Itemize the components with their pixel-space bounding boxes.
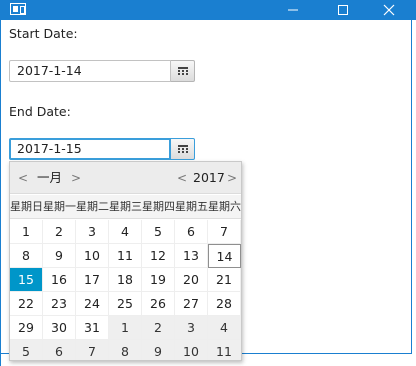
month-label: 一月 bbox=[37, 170, 63, 185]
weekday-label: 星期日 bbox=[10, 200, 43, 213]
calendar-day-cell[interactable]: 29 bbox=[10, 316, 43, 340]
calendar-day-cell[interactable]: 26 bbox=[142, 292, 175, 316]
start-date-label: Start Date: bbox=[9, 26, 78, 41]
calendar-day-cell[interactable]: 22 bbox=[10, 292, 43, 316]
weekday-label: 星期四 bbox=[142, 200, 175, 213]
calendar-day-cell[interactable]: 3 bbox=[76, 220, 109, 244]
calendar-day-cell[interactable]: 8 bbox=[109, 340, 142, 360]
minimize-button[interactable] bbox=[270, 0, 316, 20]
calendar-day-cell[interactable]: 5 bbox=[142, 220, 175, 244]
calendar-day-cell[interactable]: 16 bbox=[43, 268, 76, 292]
calendar-day-cell[interactable]: 20 bbox=[175, 268, 208, 292]
end-date-label: End Date: bbox=[9, 104, 71, 119]
calendar-day-cell[interactable]: 21 bbox=[208, 268, 241, 292]
calendar-day-cell[interactable]: 3 bbox=[175, 316, 208, 340]
calendar-day-cell[interactable]: 12 bbox=[142, 244, 175, 268]
calendar-day-cell[interactable]: 11 bbox=[109, 244, 142, 268]
calendar-day-cell[interactable]: 31 bbox=[76, 316, 109, 340]
calendar-day-cell[interactable]: 15 bbox=[10, 268, 43, 292]
calendar-day-cell[interactable]: 27 bbox=[175, 292, 208, 316]
calendar-header: < 一月 > < 2017 > bbox=[10, 162, 241, 194]
calendar-day-cell[interactable]: 24 bbox=[76, 292, 109, 316]
calendar-day-cell[interactable]: 2 bbox=[142, 316, 175, 340]
calendar-day-cell[interactable]: 6 bbox=[175, 220, 208, 244]
weekday-label: 星期六 bbox=[208, 200, 241, 213]
prev-month-button[interactable]: < bbox=[16, 170, 30, 186]
calendar-day-cell[interactable]: 1 bbox=[10, 220, 43, 244]
window-border bbox=[0, 20, 1, 366]
calendar-day-cell[interactable]: 7 bbox=[76, 340, 109, 360]
date-picker-popup: < 一月 > < 2017 > 星期日 星期一 星期二 星期三 星期四 星期五 星期六 12… bbox=[9, 161, 242, 361]
close-icon bbox=[383, 4, 395, 16]
weekday-label: 星期五 bbox=[175, 200, 208, 213]
calendar-day-cell[interactable]: 1 bbox=[109, 316, 142, 340]
calendar-day-cell[interactable]: 7 bbox=[208, 220, 241, 244]
next-year-button[interactable]: > bbox=[225, 170, 239, 186]
start-date-picker-button[interactable] bbox=[171, 60, 195, 82]
maximize-button[interactable] bbox=[320, 0, 366, 20]
weekday-label: 星期一 bbox=[43, 200, 76, 213]
calendar-day-cell[interactable]: 9 bbox=[43, 244, 76, 268]
calendar-day-cell[interactable]: 23 bbox=[43, 292, 76, 316]
calendar-day-cell[interactable]: 30 bbox=[43, 316, 76, 340]
calendar-day-cell[interactable]: 13 bbox=[175, 244, 208, 268]
maximize-icon bbox=[338, 5, 348, 15]
year-label: 2017 bbox=[193, 170, 225, 185]
window-border bbox=[411, 20, 412, 354]
calendar-day-cell[interactable]: 8 bbox=[10, 244, 43, 268]
app-icon bbox=[10, 3, 26, 15]
calendar-day-cell[interactable]: 18 bbox=[109, 268, 142, 292]
calendar-day-cell[interactable]: 11 bbox=[208, 340, 241, 360]
prev-year-button[interactable]: < bbox=[175, 170, 189, 186]
calendar-day-cell[interactable]: 28 bbox=[208, 292, 241, 316]
calendar-day-cell[interactable]: 14 bbox=[208, 244, 241, 268]
end-date-field[interactable]: 2017-1-15 bbox=[9, 138, 171, 160]
calendar-day-cell[interactable]: 10 bbox=[76, 244, 109, 268]
next-month-button[interactable]: > bbox=[69, 170, 83, 186]
calendar-day-cell[interactable]: 17 bbox=[76, 268, 109, 292]
title-bar bbox=[0, 0, 416, 20]
calendar-day-cell[interactable]: 19 bbox=[142, 268, 175, 292]
weekday-label: 星期三 bbox=[109, 200, 142, 213]
minimize-icon bbox=[288, 9, 298, 11]
calendar-day-cell[interactable]: 5 bbox=[10, 340, 43, 360]
calendar-day-cell[interactable]: 9 bbox=[142, 340, 175, 360]
calendar-icon bbox=[178, 145, 188, 153]
calendar-day-cell[interactable]: 25 bbox=[109, 292, 142, 316]
calendar-day-cell[interactable]: 10 bbox=[175, 340, 208, 360]
calendar-icon bbox=[178, 67, 188, 75]
calendar-day-cell[interactable]: 2 bbox=[43, 220, 76, 244]
calendar-day-cell[interactable]: 4 bbox=[208, 316, 241, 340]
calendar-day-cell[interactable]: 6 bbox=[43, 340, 76, 360]
weekday-header-row: 星期日 星期一 星期二 星期三 星期四 星期五 星期六 bbox=[10, 195, 241, 219]
calendar-day-cell[interactable]: 4 bbox=[109, 220, 142, 244]
start-date-field[interactable]: 2017-1-14 bbox=[9, 60, 171, 82]
weekday-label: 星期二 bbox=[76, 200, 109, 213]
close-button[interactable] bbox=[366, 0, 412, 20]
end-date-picker-button[interactable] bbox=[171, 138, 195, 160]
